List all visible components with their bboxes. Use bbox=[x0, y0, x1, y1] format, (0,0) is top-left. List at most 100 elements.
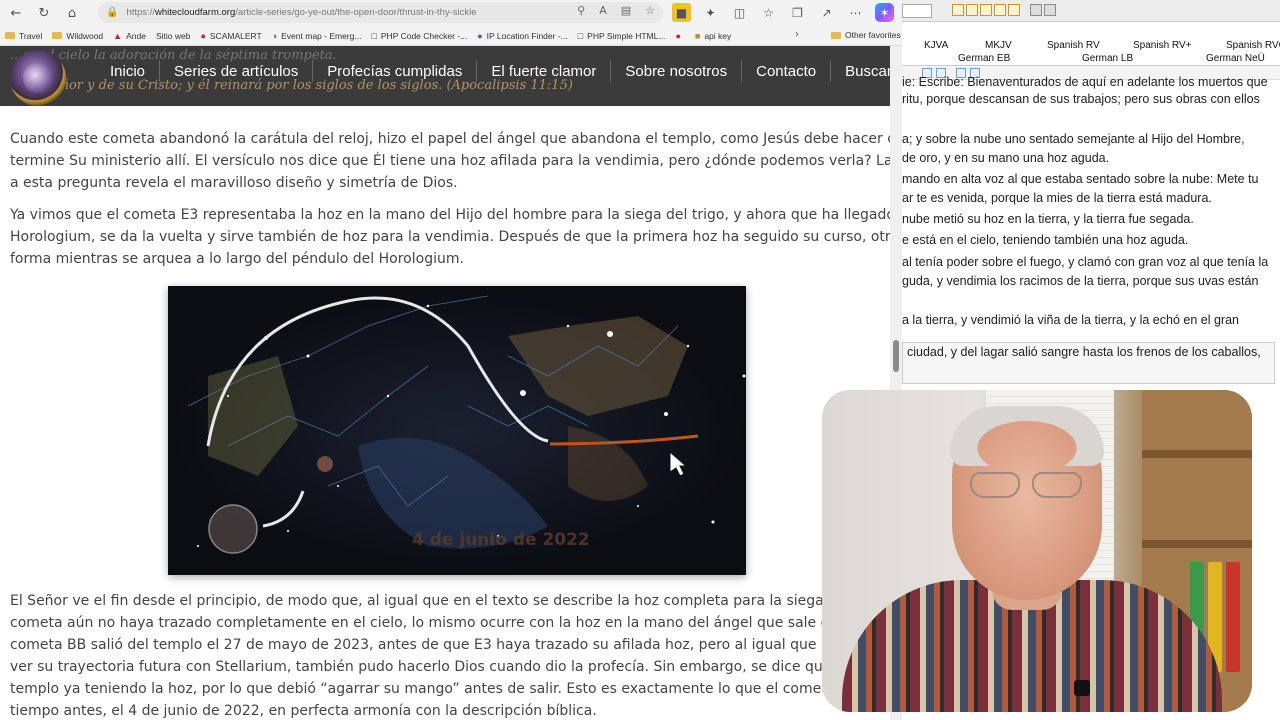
paragraph-line: tiempo antes, el 4 de junio de 2022, en … bbox=[10, 703, 597, 719]
planet-marker bbox=[317, 456, 333, 472]
toolbar-icon[interactable] bbox=[1008, 4, 1020, 16]
menu-item-profecias[interactable]: Profecías cumplidas bbox=[313, 60, 478, 82]
tab-spanish-rv-plus[interactable]: Spanish RV+ bbox=[1133, 40, 1191, 51]
verse-line: a; y sobre la nube uno sentado semejante… bbox=[902, 132, 1245, 146]
page-icon: □ bbox=[371, 30, 377, 41]
copilot-icon[interactable]: ✶ bbox=[875, 3, 894, 22]
verse-line: al tenía poder sobre el fuego, y clamó c… bbox=[902, 255, 1269, 269]
tab-german-neu[interactable]: German NeÜ bbox=[1206, 53, 1265, 64]
tab-german-eb[interactable]: German EB bbox=[958, 53, 1010, 64]
app-toolbar bbox=[902, 0, 1280, 22]
paragraph-line: ver su trayectoria futura con Stellarium… bbox=[10, 659, 832, 675]
bookmark-wildwood[interactable]: Wildwood bbox=[47, 31, 108, 41]
page-icon: □ bbox=[577, 30, 584, 41]
address-bar[interactable]: 🔒 https://whitecloudfarm.org/article-ser… bbox=[98, 2, 663, 23]
toolbar-icon[interactable] bbox=[1030, 4, 1042, 16]
folder-icon bbox=[5, 32, 15, 39]
bookmark-travel[interactable]: Travel bbox=[0, 31, 47, 41]
chevron-right-icon[interactable]: › bbox=[795, 29, 799, 40]
bookmark-scamalert[interactable]: ● SCAMALERT bbox=[195, 31, 266, 41]
verse-line: ar te es venida, porque la mies de la ti… bbox=[902, 191, 1212, 205]
back-icon[interactable]: ← bbox=[4, 1, 28, 25]
verse-line: nube metió su hoz en la tierra, y la tie… bbox=[902, 212, 1194, 226]
constellation-figure bbox=[508, 316, 688, 416]
menu-item-contacto[interactable]: Contacto bbox=[742, 60, 832, 82]
toolbar-icon[interactable] bbox=[966, 4, 978, 16]
collections-icon[interactable]: ❐ bbox=[788, 3, 807, 22]
url-text: https://whitecloudfarm.org/article-serie… bbox=[126, 7, 477, 18]
lock-icon[interactable]: 🔒 bbox=[106, 7, 118, 18]
ande-icon: ▲ bbox=[113, 30, 123, 41]
bookmark-ip-location[interactable]: ● IP Location Finder -... bbox=[472, 31, 573, 41]
verse-line: ritu, porque descansan de sus trabajos; … bbox=[902, 92, 1260, 106]
tab-spanish-rv[interactable]: Spanish RV bbox=[1047, 40, 1100, 51]
tab-spanish-rvg[interactable]: Spanish RVG bbox=[1226, 40, 1280, 51]
verse-line: guda, y vendimia los racimos de la tierr… bbox=[902, 274, 1259, 288]
constellation-figure bbox=[568, 426, 648, 501]
presenter-hair bbox=[950, 406, 1104, 466]
paragraph-line: Cuando este cometa abandonó la carátula … bbox=[10, 131, 890, 147]
menu-item-fuerte-clamor[interactable]: El fuerte clamor bbox=[477, 60, 612, 82]
bookmarks-bar: Travel Wildwood ▲ Ande Sitio web ● SCAMALE… bbox=[0, 26, 902, 46]
web-page: ...en el cielo la adoración de la séptim… bbox=[0, 46, 890, 720]
bookmark-php-simple-html[interactable]: □ PHP Simple HTML... bbox=[573, 31, 671, 41]
menu-item-series[interactable]: Series de artículos bbox=[160, 60, 314, 82]
immersive-reader-icon[interactable]: ▤ bbox=[621, 4, 631, 17]
refresh-icon[interactable]: ↻ bbox=[32, 1, 56, 25]
favorites-icon[interactable]: ☆ bbox=[759, 3, 778, 22]
bookmark-api-key[interactable]: ■ api key bbox=[690, 31, 736, 41]
paragraph-line: a esta pregunta revela el maravilloso di… bbox=[10, 175, 458, 191]
paragraph-line: cometa aún no haya trazado completamente… bbox=[10, 615, 843, 631]
paragraph-line: Horologium, se da la vuelta y sirve tamb… bbox=[10, 229, 890, 245]
presenter-glasses bbox=[970, 472, 1090, 502]
site-logo[interactable] bbox=[10, 50, 66, 106]
bookmark-red-icon[interactable]: ● bbox=[670, 31, 689, 41]
paragraph-line: El Señor ve el fin desde el principio, d… bbox=[10, 593, 887, 609]
favorite-star-icon[interactable]: ☆ bbox=[645, 4, 655, 17]
more-menu-icon[interactable]: ⋯ bbox=[846, 3, 865, 22]
scrollbar-thumb[interactable] bbox=[893, 340, 899, 372]
zoom-icon[interactable]: ⚲ bbox=[577, 4, 585, 17]
verse-line: a la tierra, y vendimió la viña de la ti… bbox=[902, 313, 1239, 327]
paragraph-line: Ya vimos que el cometa E3 representaba l… bbox=[10, 207, 890, 223]
event-map-icon: ◑ bbox=[271, 30, 278, 41]
verse-line: e está en el cielo, teniendo también una… bbox=[902, 233, 1189, 247]
ip-icon: ● bbox=[477, 30, 483, 41]
webcam-overlay bbox=[822, 390, 1252, 712]
browser-toolbar: ← ↻ ⌂ 🔒 https://whitecloudfarm.org/artic… bbox=[0, 0, 902, 26]
folder-icon bbox=[831, 31, 841, 39]
extension-icon[interactable]: ■ bbox=[672, 3, 691, 22]
toolbar-icon[interactable] bbox=[952, 4, 964, 16]
lapel-microphone bbox=[1074, 680, 1090, 696]
extensions-puzzle-icon[interactable]: ✦ bbox=[701, 3, 720, 22]
bookmark-ande[interactable]: ▲ Ande bbox=[108, 31, 151, 41]
read-aloud-icon[interactable]: A bbox=[599, 4, 607, 17]
scamalert-icon: ● bbox=[200, 30, 206, 41]
toolbar-icon[interactable] bbox=[994, 4, 1006, 16]
bookmark-event-map[interactable]: ◑ Event map - Emerg... bbox=[267, 31, 367, 41]
toolbar-icon[interactable] bbox=[1044, 4, 1056, 16]
app-dropdown[interactable] bbox=[902, 4, 932, 18]
comet-handle-path bbox=[262, 490, 305, 528]
split-screen-icon[interactable]: ◫ bbox=[730, 3, 749, 22]
box-icon: ■ bbox=[694, 30, 701, 41]
verse-line: de oro, y en su mano una hoz aguda. bbox=[902, 151, 1110, 165]
tab-german-lb[interactable]: German LB bbox=[1082, 53, 1133, 64]
hand-cursor-icon bbox=[669, 450, 688, 477]
tab-mkjv[interactable]: MKJV bbox=[985, 40, 1012, 51]
toolbar-icon[interactable] bbox=[980, 4, 992, 16]
menu-item-sobre-nosotros[interactable]: Sobre nosotros bbox=[611, 60, 743, 82]
bookmark-sitio-web[interactable]: Sitio web bbox=[151, 31, 196, 41]
stellarium-image: 4 de junio de 2022 bbox=[168, 286, 746, 575]
paragraph-line: forma mientras se arquea a lo largo del … bbox=[10, 251, 464, 267]
translation-tabs: KJVA MKJV Spanish RV Spanish RV+ Spanish… bbox=[902, 38, 1280, 66]
bookmark-other-favorites[interactable]: Other favorites bbox=[826, 30, 902, 40]
home-icon[interactable]: ⌂ bbox=[60, 1, 84, 25]
share-icon[interactable]: ↗ bbox=[817, 3, 836, 22]
folder-icon bbox=[52, 32, 63, 39]
selected-verse-box[interactable]: ciudad, y del lagar salió sangre hasta l… bbox=[902, 342, 1275, 384]
menu-item-buscar[interactable]: Buscar bbox=[831, 60, 890, 82]
menu-item-inicio[interactable]: Inicio bbox=[96, 60, 161, 82]
bookmark-php-code-checker[interactable]: □ PHP Code Checker -... bbox=[366, 31, 472, 41]
tab-kjva[interactable]: KJVA bbox=[924, 40, 948, 51]
